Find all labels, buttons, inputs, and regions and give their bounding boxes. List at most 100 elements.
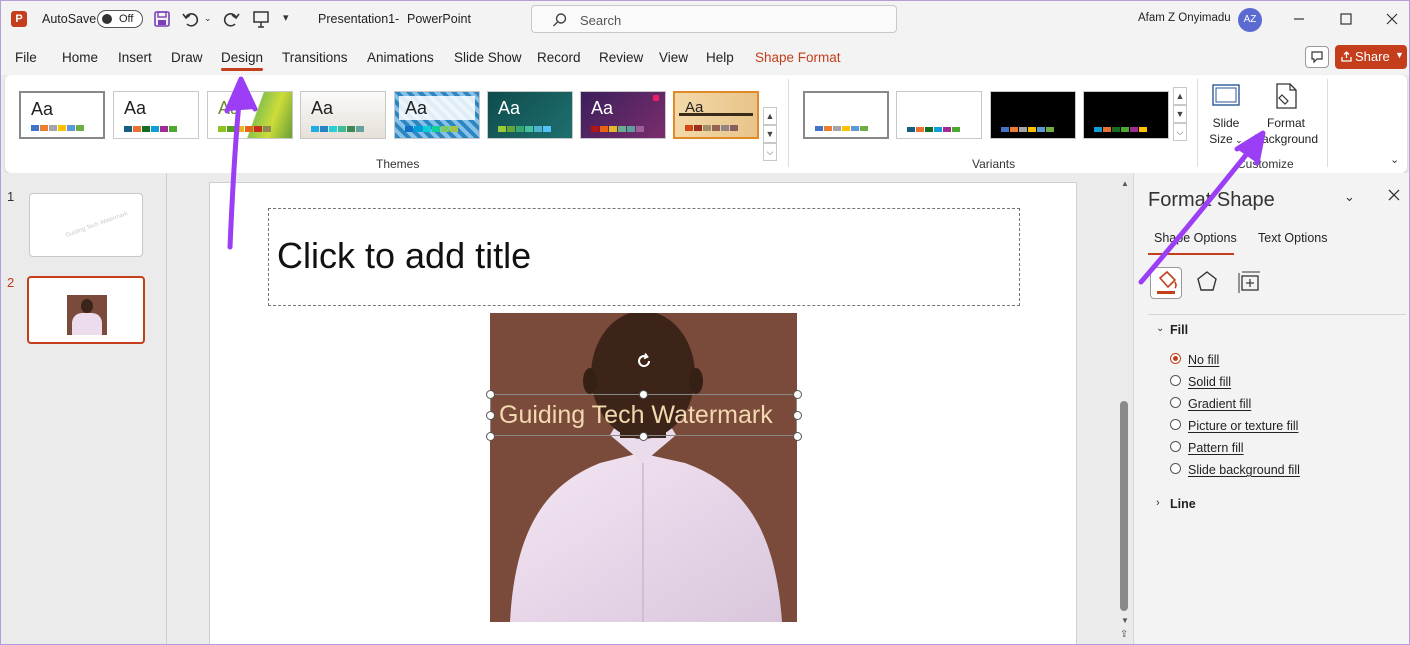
tab-animations[interactable]: Animations	[367, 50, 434, 65]
resize-handle[interactable]	[639, 390, 648, 399]
undo-dropdown-icon[interactable]: ⌄	[204, 13, 212, 24]
fill-line-icon[interactable]	[1150, 267, 1182, 299]
resize-handle[interactable]	[793, 432, 802, 441]
theme-office[interactable]: Aa	[19, 91, 105, 139]
resize-handle[interactable]	[486, 432, 495, 441]
user-name: Afam Z Onyimadu	[1138, 12, 1231, 24]
variant-1[interactable]	[803, 91, 889, 139]
present-icon[interactable]	[251, 9, 271, 29]
comments-button[interactable]	[1305, 46, 1329, 68]
tab-shape-options[interactable]: Shape Options	[1154, 231, 1237, 245]
title-placeholder[interactable]: Click to add title	[268, 208, 1020, 306]
variant-2[interactable]	[896, 91, 982, 139]
variants-scroll-down-icon[interactable]: ▼	[1173, 105, 1187, 123]
save-icon[interactable]	[153, 10, 171, 28]
pane-options-chevron-icon[interactable]: ⌄	[1344, 189, 1355, 205]
theme-ion[interactable]: Aa	[580, 91, 666, 139]
theme-sample: Aa	[124, 98, 147, 118]
radio-pattern-fill[interactable]	[1170, 441, 1181, 452]
no-fill-label[interactable]: No fill	[1188, 353, 1219, 367]
size-properties-icon[interactable]	[1234, 267, 1266, 299]
variants-scroll-up-icon[interactable]: ▲	[1173, 87, 1187, 105]
close-pane-icon[interactable]	[1386, 187, 1402, 203]
slide-thumbnail-pane: 1 Guiding Tech Watermark 2	[1, 173, 167, 644]
watermark-textbox[interactable]: Guiding Tech Watermark	[490, 394, 797, 436]
search-box[interactable]: Search	[531, 5, 897, 33]
theme-organic[interactable]: Aa	[487, 91, 573, 139]
radio-slide-background-fill[interactable]	[1170, 463, 1181, 474]
autosave-toggle[interactable]: Off	[97, 10, 143, 28]
avatar[interactable]: AZ	[1238, 8, 1262, 32]
radio-picture-fill[interactable]	[1170, 419, 1181, 430]
theme-ion-boardroom[interactable]: Aa	[394, 91, 480, 139]
tab-draw[interactable]: Draw	[171, 50, 203, 65]
tab-help[interactable]: Help	[706, 50, 734, 65]
radio-solid-fill[interactable]	[1170, 375, 1181, 386]
share-button[interactable]: Share ▼	[1335, 45, 1407, 69]
radio-gradient-fill[interactable]	[1170, 397, 1181, 408]
gradient-fill-label[interactable]: Gradient fill	[1188, 397, 1251, 411]
watermark-text: Guiding Tech Watermark	[499, 401, 773, 429]
comment-icon	[1311, 51, 1323, 64]
line-expand-icon[interactable]: ›	[1156, 497, 1160, 509]
resize-handle[interactable]	[793, 390, 802, 399]
theme-wood-type[interactable]: Aa	[673, 91, 759, 139]
resize-handle[interactable]	[486, 390, 495, 399]
themes-more-icon[interactable]: ⌵	[763, 143, 777, 161]
rotate-handle-icon[interactable]	[634, 351, 654, 371]
tab-slide-show[interactable]: Slide Show	[454, 50, 522, 65]
chevron-down-icon: ⌄	[1232, 135, 1243, 145]
variants-more-icon[interactable]: ⌵	[1173, 123, 1187, 141]
tab-review[interactable]: Review	[599, 50, 643, 65]
redo-icon[interactable]	[221, 9, 241, 29]
scrollbar-thumb[interactable]	[1120, 401, 1128, 611]
resize-handle[interactable]	[639, 432, 648, 441]
radio-no-fill[interactable]	[1170, 353, 1181, 364]
fill-section-header[interactable]: Fill	[1170, 323, 1188, 337]
slide-thumbnail-1[interactable]: Guiding Tech Watermark	[29, 193, 143, 257]
tab-transitions[interactable]: Transitions	[282, 50, 348, 65]
tab-insert[interactable]: Insert	[118, 50, 152, 65]
autosave-label: AutoSave	[42, 12, 97, 26]
resize-handle[interactable]	[793, 411, 802, 420]
close-icon[interactable]	[1382, 9, 1402, 29]
collapse-ribbon-icon[interactable]: ⌄	[1390, 153, 1399, 166]
previous-slide-icon[interactable]: ⇪	[1120, 629, 1128, 640]
theme-facet[interactable]: Aa	[207, 91, 293, 139]
format-background-button[interactable]: Format Background	[1249, 81, 1323, 153]
slide[interactable]: Click to add title Guiding Tech Watermar…	[209, 182, 1077, 644]
undo-icon[interactable]	[181, 9, 201, 29]
theme-sample: Aa	[591, 98, 614, 118]
scroll-down-icon[interactable]: ▼	[1121, 616, 1129, 625]
customize-group-label: Customize	[1237, 157, 1294, 171]
tab-file[interactable]: File	[15, 50, 37, 65]
theme-office-2[interactable]: Aa	[113, 91, 199, 139]
picture-fill-label[interactable]: Picture or texture fill	[1188, 419, 1298, 433]
resize-handle[interactable]	[486, 411, 495, 420]
solid-fill-label[interactable]: Solid fill	[1188, 375, 1231, 389]
pattern-fill-label[interactable]: Pattern fill	[1188, 441, 1244, 455]
slide-size-button[interactable]: Slide Size ⌄	[1205, 81, 1247, 153]
variant-3[interactable]	[990, 91, 1076, 139]
fill-collapse-icon[interactable]: ⌄	[1156, 323, 1164, 334]
tab-home[interactable]: Home	[62, 50, 98, 65]
group-divider	[788, 79, 789, 167]
line-section-header[interactable]: Line	[1170, 497, 1196, 511]
maximize-icon[interactable]	[1336, 9, 1356, 29]
variant-4[interactable]	[1083, 91, 1169, 139]
tab-record[interactable]: Record	[537, 50, 581, 65]
themes-scroll-down-icon[interactable]: ▼	[763, 125, 777, 143]
customize-toolbar-icon[interactable]: ▾	[283, 11, 289, 24]
effects-icon[interactable]	[1192, 267, 1224, 299]
tab-shape-format[interactable]: Shape Format	[755, 50, 841, 65]
tab-view[interactable]: View	[659, 50, 688, 65]
minimize-icon[interactable]	[1289, 9, 1309, 29]
scroll-up-icon[interactable]: ▲	[1121, 179, 1129, 188]
tab-design[interactable]: Design	[221, 50, 263, 65]
slide-thumbnail-2[interactable]	[27, 276, 145, 344]
theme-integral[interactable]: Aa	[300, 91, 386, 139]
tab-text-options[interactable]: Text Options	[1258, 231, 1327, 245]
vertical-scrollbar[interactable]: ▲ ▼ ⇪	[1117, 173, 1133, 644]
slide-background-fill-label[interactable]: Slide background fill	[1188, 463, 1300, 477]
themes-scroll-up-icon[interactable]: ▲	[763, 107, 777, 125]
